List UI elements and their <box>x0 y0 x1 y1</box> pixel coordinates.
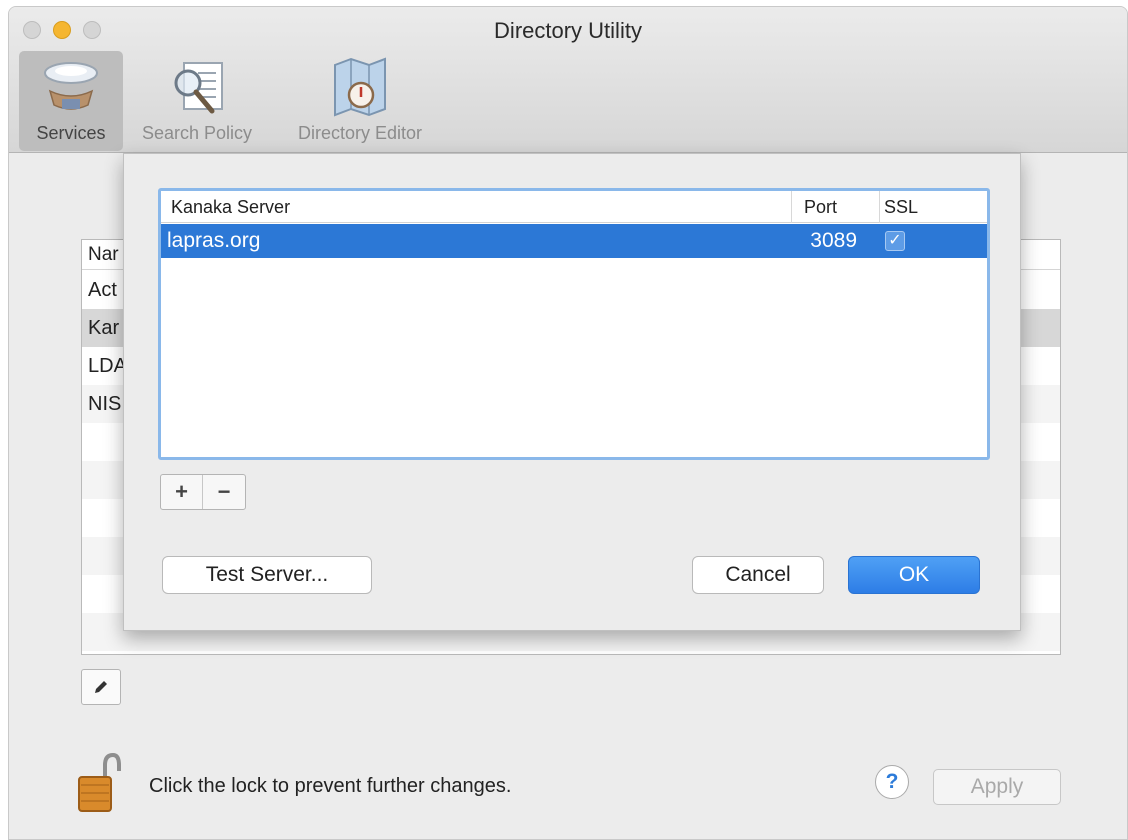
server-cell: lapras.org <box>167 229 261 252</box>
table-row[interactable]: lapras.org 3089 ✓ <box>161 224 987 258</box>
test-server-button[interactable]: Test Server... <box>162 556 372 594</box>
help-button[interactable]: ? <box>875 765 909 799</box>
port-cell: 3089 <box>810 229 857 252</box>
remove-server-button[interactable]: − <box>203 475 245 509</box>
titlebar-toolbar: Directory Utility Services Search Policy <box>9 7 1127 153</box>
column-header-kanaka-server[interactable]: Kanaka Server <box>161 191 791 223</box>
lock-message: Click the lock to prevent further change… <box>149 775 512 797</box>
column-header-port[interactable]: Port <box>791 191 879 223</box>
kanaka-server-sheet: Kanaka Server Port SSL lapras.org 3089 ✓… <box>123 153 1021 631</box>
column-header-ssl[interactable]: SSL <box>879 191 987 223</box>
toolbar-services-tab[interactable]: Services <box>19 51 123 151</box>
cancel-button[interactable]: Cancel <box>692 556 824 594</box>
directory-editor-icon <box>334 57 386 117</box>
edit-service-button[interactable] <box>81 669 121 705</box>
toolbar-directory-editor-tab[interactable]: Directory Editor <box>279 51 441 151</box>
search-policy-icon <box>174 62 223 114</box>
search-policy-label: Search Policy <box>141 123 253 143</box>
toolbar-search-policy-tab[interactable]: Search Policy <box>127 51 267 151</box>
ssl-checkbox[interactable]: ✓ <box>885 231 905 251</box>
pencil-icon <box>95 681 107 693</box>
services-label: Services <box>36 123 106 143</box>
apply-button[interactable]: Apply <box>933 769 1061 805</box>
window-title: Directory Utility <box>494 18 642 43</box>
ok-button[interactable]: OK <box>848 556 980 594</box>
directory-utility-window: Directory Utility Services Search Policy <box>8 6 1128 840</box>
services-icon <box>44 62 98 110</box>
add-remove-control: + − <box>160 474 246 510</box>
directory-editor-label: Directory Editor <box>297 123 423 143</box>
lock-button[interactable] <box>77 751 121 818</box>
kanaka-server-table[interactable]: Kanaka Server Port SSL lapras.org 3089 ✓ <box>158 188 990 460</box>
add-server-button[interactable]: + <box>161 475 203 509</box>
unlocked-padlock-icon <box>78 752 121 812</box>
table-header: Kanaka Server Port SSL <box>161 191 987 223</box>
